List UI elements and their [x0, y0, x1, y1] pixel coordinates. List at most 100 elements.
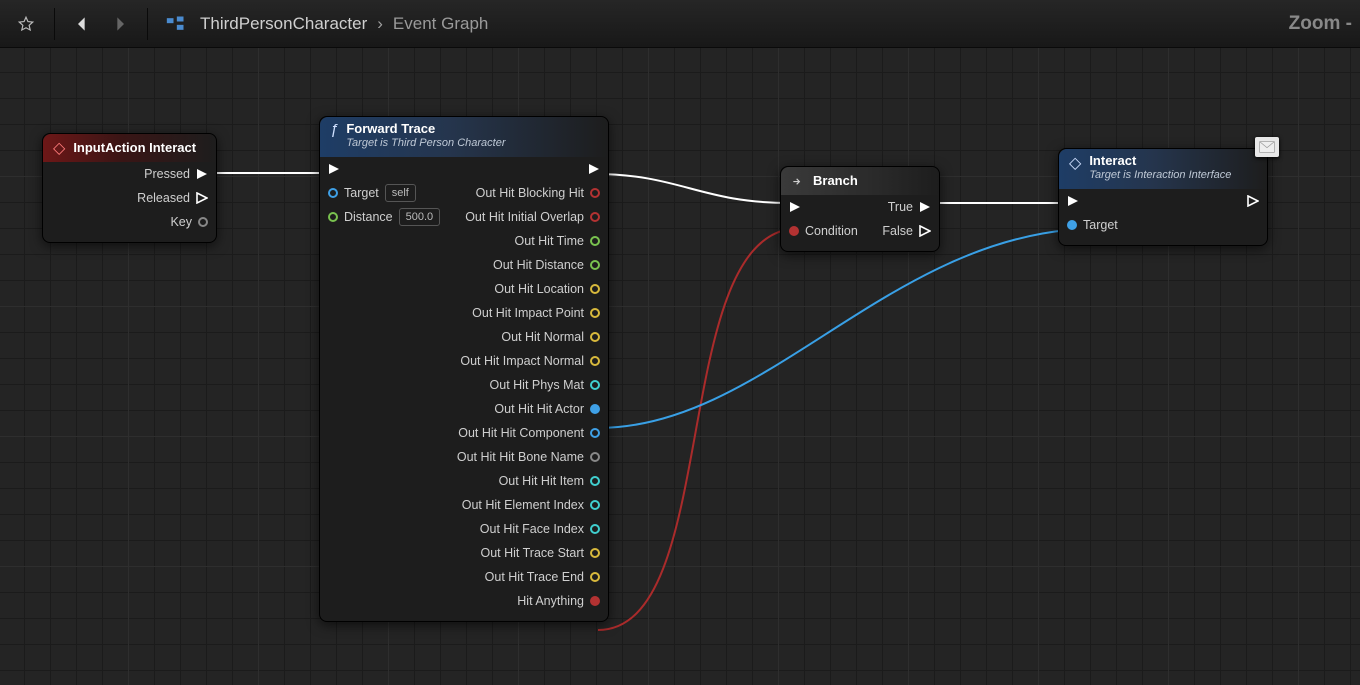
- data-pin-icon[interactable]: [590, 452, 600, 462]
- data-pin-icon[interactable]: [590, 404, 600, 414]
- pin-false[interactable]: False: [882, 224, 931, 238]
- pin-key[interactable]: Key: [43, 210, 216, 234]
- toolbar-separator: [147, 8, 148, 40]
- node-header[interactable]: ◇ Interact Target is Interaction Interfa…: [1059, 149, 1267, 189]
- pin-label: Out Hit Location: [494, 282, 584, 296]
- data-pin-icon[interactable]: [328, 188, 338, 198]
- node-inputaction-interact[interactable]: ◇ InputAction Interact Pressed Released …: [42, 133, 217, 243]
- pin-out-15[interactable]: Out Hit Trace Start: [320, 541, 608, 565]
- pin-out-12[interactable]: Out Hit Hit Item: [320, 469, 608, 493]
- pin-out-17[interactable]: Hit Anything: [320, 589, 608, 613]
- pin-out-9[interactable]: Out Hit Hit Actor: [320, 397, 608, 421]
- envelope-icon: [1259, 141, 1275, 153]
- node-header[interactable]: ◇ InputAction Interact: [43, 134, 216, 162]
- pin-out-1[interactable]: Out Hit Initial Overlap: [465, 210, 600, 224]
- data-pin-icon[interactable]: [789, 226, 799, 236]
- exec-in-icon[interactable]: [1067, 195, 1079, 207]
- node-subtitle: Target is Interaction Interface: [1089, 169, 1231, 182]
- pin-label: Out Hit Hit Item: [499, 474, 584, 488]
- pin-label: Out Hit Face Index: [480, 522, 584, 536]
- pin-value-target[interactable]: self: [385, 184, 416, 202]
- star-icon: [17, 15, 35, 33]
- data-pin-icon[interactable]: [590, 380, 600, 390]
- pin-condition[interactable]: Condition: [789, 224, 858, 238]
- pin-pressed[interactable]: Pressed: [43, 162, 216, 186]
- data-pin-icon[interactable]: [590, 260, 600, 270]
- pin-out-8[interactable]: Out Hit Phys Mat: [320, 373, 608, 397]
- data-pin-icon[interactable]: [590, 212, 600, 222]
- pin-target[interactable]: Target self: [328, 184, 416, 202]
- exec-out-icon[interactable]: [919, 201, 931, 213]
- data-pin-icon[interactable]: [1067, 220, 1077, 230]
- data-pin-icon[interactable]: [590, 476, 600, 486]
- pin-out-13[interactable]: Out Hit Element Index: [320, 493, 608, 517]
- exec-out-icon[interactable]: [1247, 195, 1259, 207]
- pin-exec-in[interactable]: [328, 163, 340, 175]
- zoom-indicator: Zoom -: [1289, 13, 1352, 35]
- exec-in-icon[interactable]: [328, 163, 340, 175]
- back-button[interactable]: [69, 10, 97, 38]
- pin-released[interactable]: Released: [43, 186, 216, 210]
- exec-in-icon[interactable]: [789, 201, 801, 213]
- data-pin-icon[interactable]: [590, 332, 600, 342]
- node-branch[interactable]: Branch True Condition False: [780, 166, 940, 252]
- pin-label: Hit Anything: [517, 594, 584, 608]
- breadcrumb-graph[interactable]: Event Graph: [393, 14, 488, 34]
- pin-true[interactable]: True: [888, 200, 931, 214]
- node-title: Interact: [1089, 153, 1231, 169]
- pin-label: Out Hit Blocking Hit: [476, 186, 584, 200]
- data-pin-icon[interactable]: [590, 548, 600, 558]
- data-pin-icon[interactable]: [198, 217, 208, 227]
- toolbar: ThirdPersonCharacter › Event Graph Zoom …: [0, 0, 1360, 48]
- graph-canvas[interactable]: ◇ InputAction Interact Pressed Released …: [0, 48, 1360, 685]
- forward-button[interactable]: [105, 10, 133, 38]
- pin-out-5[interactable]: Out Hit Impact Point: [320, 301, 608, 325]
- data-pin-icon[interactable]: [590, 524, 600, 534]
- pin-out-2[interactable]: Out Hit Time: [320, 229, 608, 253]
- pin-out-3[interactable]: Out Hit Distance: [320, 253, 608, 277]
- exec-out-icon[interactable]: [588, 163, 600, 175]
- data-pin-icon[interactable]: [328, 212, 338, 222]
- pin-out-7[interactable]: Out Hit Impact Normal: [320, 349, 608, 373]
- data-pin-icon[interactable]: [590, 284, 600, 294]
- pin-exec-in[interactable]: [789, 201, 801, 213]
- pin-out-11[interactable]: Out Hit Hit Bone Name: [320, 445, 608, 469]
- pin-label: True: [888, 200, 913, 214]
- pin-label: Out Hit Hit Actor: [494, 402, 584, 416]
- blueprint-icon-button[interactable]: [162, 10, 190, 38]
- pin-out-16[interactable]: Out Hit Trace End: [320, 565, 608, 589]
- pin-label: Released: [137, 191, 190, 205]
- pin-out-14[interactable]: Out Hit Face Index: [320, 517, 608, 541]
- pin-exec-out[interactable]: [588, 163, 600, 175]
- event-icon: ◇: [53, 138, 65, 158]
- pin-distance[interactable]: Distance 500.0: [328, 208, 440, 226]
- exec-out-icon[interactable]: [196, 192, 208, 204]
- pin-exec-in[interactable]: [1067, 195, 1079, 207]
- data-pin-icon[interactable]: [590, 236, 600, 246]
- pin-target[interactable]: Target: [1059, 213, 1267, 237]
- data-pin-icon[interactable]: [590, 596, 600, 606]
- pin-out-10[interactable]: Out Hit Hit Component: [320, 421, 608, 445]
- pin-out-6[interactable]: Out Hit Normal: [320, 325, 608, 349]
- pin-exec-out[interactable]: [1247, 195, 1259, 207]
- exec-out-icon[interactable]: [919, 225, 931, 237]
- favorite-button[interactable]: [12, 10, 40, 38]
- node-forward-trace[interactable]: ƒ Forward Trace Target is Third Person C…: [319, 116, 609, 622]
- pin-out-4[interactable]: Out Hit Location: [320, 277, 608, 301]
- pin-value-distance[interactable]: 500.0: [399, 208, 441, 226]
- node-header[interactable]: ƒ Forward Trace Target is Third Person C…: [320, 117, 608, 157]
- data-pin-icon[interactable]: [590, 356, 600, 366]
- data-pin-icon[interactable]: [590, 308, 600, 318]
- data-pin-icon[interactable]: [590, 500, 600, 510]
- data-pin-icon[interactable]: [590, 428, 600, 438]
- data-pin-icon[interactable]: [590, 572, 600, 582]
- exec-out-icon[interactable]: [196, 168, 208, 180]
- pin-label: Out Hit Trace Start: [480, 546, 584, 560]
- node-interact[interactable]: ◇ Interact Target is Interaction Interfa…: [1058, 148, 1268, 246]
- node-header[interactable]: Branch: [781, 167, 939, 195]
- data-pin-icon[interactable]: [590, 188, 600, 198]
- pin-label: Out Hit Element Index: [462, 498, 584, 512]
- branch-icon: [791, 174, 805, 188]
- breadcrumb-blueprint[interactable]: ThirdPersonCharacter: [200, 14, 367, 34]
- pin-out-0[interactable]: Out Hit Blocking Hit: [476, 186, 600, 200]
